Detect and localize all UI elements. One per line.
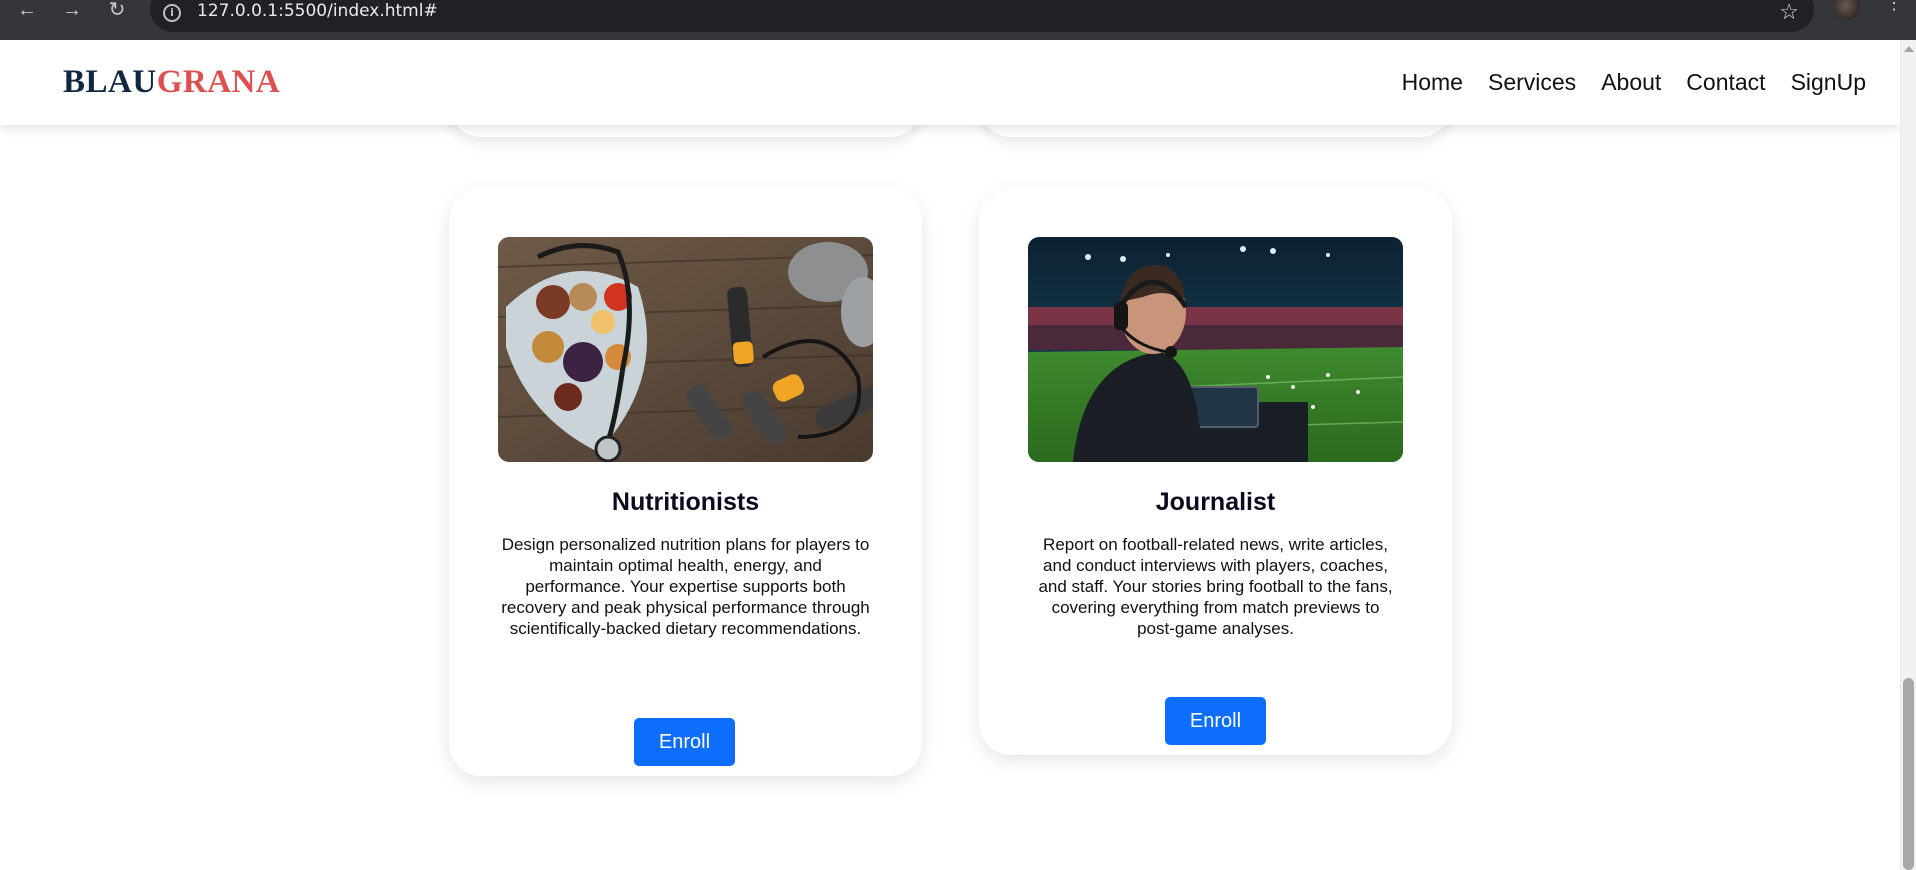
service-card-nutritionists: Nutritionists Design personalized nutrit…	[449, 188, 922, 776]
logo-grana-text: GRANA	[156, 64, 281, 100]
nav-link-home[interactable]: Home	[1402, 69, 1463, 96]
scrollbar-thumb[interactable]	[1903, 678, 1914, 870]
page-viewport: BLAUGRANA Home Services About Contact Si…	[0, 40, 1900, 870]
card-title: Nutritionists	[611, 488, 760, 516]
nutrition-image	[498, 237, 873, 462]
nav-link-services[interactable]: Services	[1488, 69, 1576, 96]
browser-menu-icon[interactable]: ⋮	[1885, 0, 1903, 12]
nav-links: Home Services About Contact SignUp	[1402, 69, 1866, 96]
address-url[interactable]: 127.0.0.1:5500/index.html#	[197, 1, 438, 21]
back-arrow-icon[interactable]: ←	[12, 0, 42, 22]
enroll-button[interactable]: Enroll	[1165, 697, 1266, 745]
browser-toolbar: ← → ↻ i 127.0.0.1:5500/index.html# ☆ ⋮	[0, 0, 1916, 40]
site-info-icon[interactable]: i	[163, 4, 181, 22]
nav-link-contact[interactable]: Contact	[1686, 69, 1765, 96]
address-bar[interactable]: i 127.0.0.1:5500/index.html# ☆	[150, 0, 1814, 32]
nav-link-about[interactable]: About	[1601, 69, 1661, 96]
enroll-button[interactable]: Enroll	[634, 718, 735, 766]
journalist-image	[1028, 237, 1403, 462]
card-title: Journalist	[1155, 488, 1276, 516]
page-scrollbar[interactable]	[1900, 40, 1916, 870]
reload-icon[interactable]: ↻	[102, 0, 132, 22]
nav-link-signup[interactable]: SignUp	[1791, 69, 1866, 96]
card-description: Report on football-related news, write a…	[1038, 535, 1393, 638]
profile-avatar[interactable]	[1834, 0, 1860, 20]
scroll-up-arrow-icon[interactable]	[1904, 46, 1914, 52]
logo-blau-text: BLAU	[63, 64, 157, 100]
site-navbar: BLAUGRANA Home Services About Contact Si…	[0, 40, 1900, 125]
forward-arrow-icon[interactable]: →	[57, 0, 87, 22]
card-description: Design personalized nutrition plans for …	[501, 535, 870, 638]
brand-logo[interactable]: BLAUGRANA	[63, 64, 280, 101]
bookmark-star-icon[interactable]: ☆	[1779, 0, 1799, 25]
service-card-journalist: Journalist Report on football-related ne…	[979, 188, 1452, 755]
